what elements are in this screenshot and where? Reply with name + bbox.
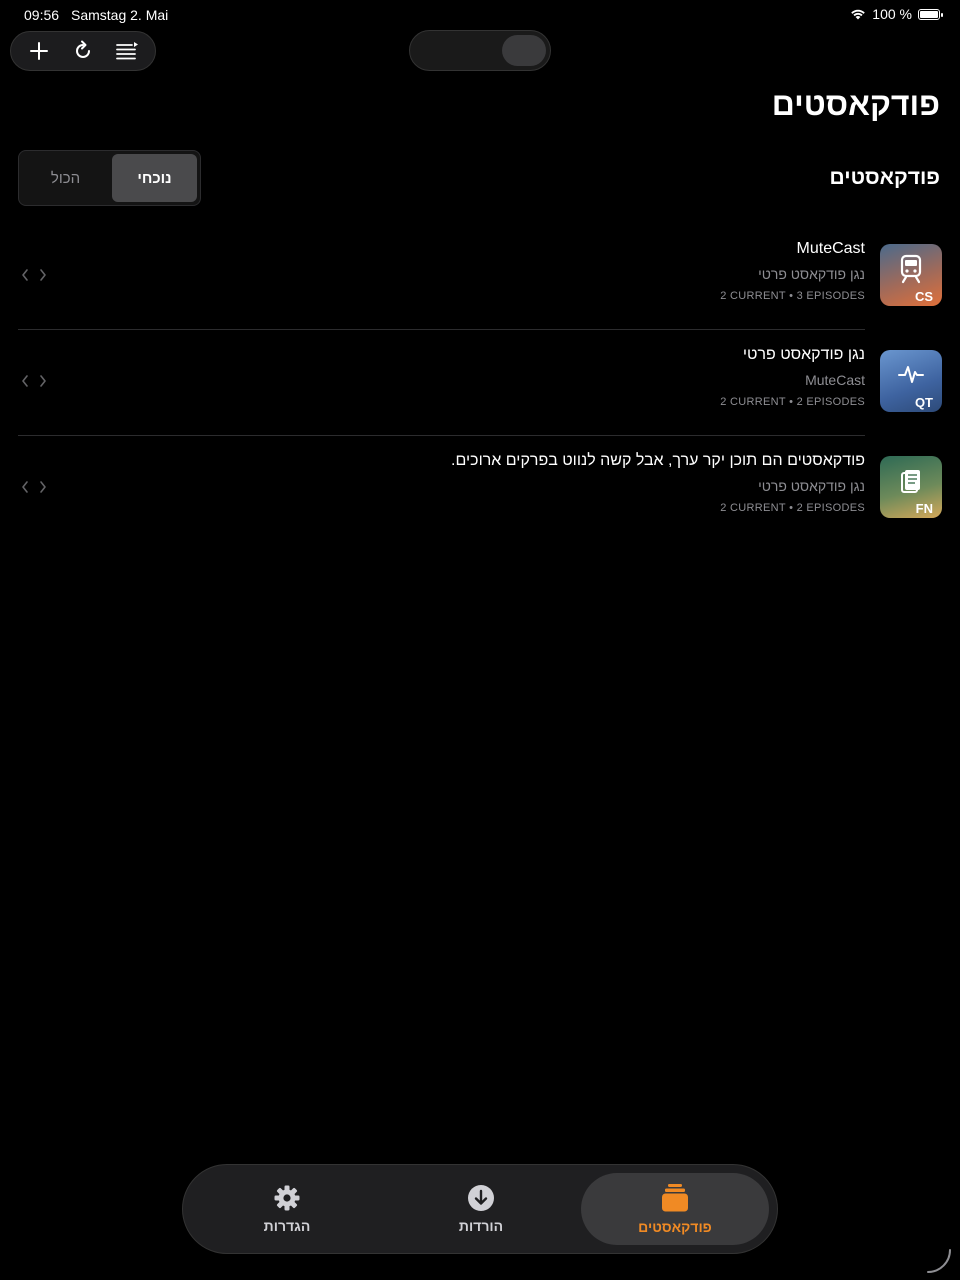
chevron-right-icon <box>40 481 46 493</box>
battery-percent: 100 % <box>872 6 912 22</box>
wifi-icon <box>851 9 866 20</box>
tab-downloads[interactable]: הורדות <box>387 1173 575 1245</box>
tab-podcasts-label: פודקאסטים <box>638 1219 712 1235</box>
chevron-right-icon <box>40 269 46 281</box>
chevron-left-icon <box>22 481 28 493</box>
tab-downloads-label: הורדות <box>458 1218 504 1234</box>
tab-settings[interactable]: הגדרות <box>193 1173 381 1245</box>
waveform-icon <box>898 366 924 383</box>
status-time: 09:56 <box>24 7 60 23</box>
podcast-meta: 2 CURRENT • 3 EPISODES <box>720 290 865 302</box>
chevron-left-icon <box>22 269 28 281</box>
section-title: פודקאסטים <box>829 166 940 189</box>
stack-icon <box>662 1184 688 1212</box>
download-icon <box>468 1185 494 1211</box>
refresh-icon <box>76 40 90 58</box>
artwork-label: QT <box>914 395 933 410</box>
battery-icon <box>918 8 943 20</box>
podcast-row[interactable]: FN פודקאסטים הם תוכן יקר ערך, אבל קשה לנ… <box>18 436 942 542</box>
row-chevrons <box>20 374 48 388</box>
artwork-label: CS <box>914 289 933 304</box>
podcast-subtitle: נגן פודקאסט פרטי <box>758 266 865 282</box>
tab-podcasts[interactable]: פודקאסטים <box>581 1173 769 1245</box>
podcast-subtitle: MuteCast <box>805 372 865 388</box>
status-indicators: 100 % <box>850 6 943 22</box>
podcast-title: MuteCast <box>796 240 865 257</box>
plus-icon <box>30 42 48 60</box>
podcast-title: נגן פודקאסט פרטי <box>742 346 865 363</box>
podcast-artwork: FN <box>880 456 942 518</box>
add-button[interactable] <box>21 33 57 69</box>
filter-segmented-control: הכול נוכחי <box>18 150 201 206</box>
podcast-row[interactable]: QT נגן פודקאסט פרטי MuteCast 2 CURRENT •… <box>18 330 942 436</box>
queue-button[interactable] <box>109 33 145 69</box>
segment-current[interactable]: נוכחי <box>112 154 197 202</box>
list-play-icon <box>116 42 138 60</box>
mode-toggle[interactable] <box>409 30 551 71</box>
row-chevrons <box>20 268 48 282</box>
tab-bar: הגדרות הורדות פודקאסטים <box>182 1164 778 1254</box>
podcast-subtitle: נגן פודקאסט פרטי <box>758 478 865 494</box>
chevron-right-icon <box>40 375 46 387</box>
status-date: Samstag 2. Mai <box>71 7 169 23</box>
podcast-artwork: QT <box>880 350 942 412</box>
artwork-label: FN <box>915 501 933 516</box>
podcast-meta: 2 CURRENT • 2 EPISODES <box>720 502 865 514</box>
page-title: פודקאסטים <box>771 86 940 122</box>
podcast-row[interactable]: CS MuteCast נגן פודקאסט פרטי 2 CURRENT •… <box>18 224 942 330</box>
corner-indicator-icon <box>927 1249 951 1273</box>
tab-settings-label: הגדרות <box>263 1218 311 1234</box>
refresh-button[interactable] <box>65 33 101 69</box>
train-icon <box>900 254 922 284</box>
toggle-knob <box>502 35 546 66</box>
chevron-left-icon <box>22 375 28 387</box>
podcast-title: פודקאסטים הם תוכן יקר ערך, אבל קשה לנווט… <box>451 452 865 469</box>
podcast-artwork: CS <box>880 244 942 306</box>
gear-icon <box>274 1185 300 1211</box>
podcast-meta: 2 CURRENT • 2 EPISODES <box>720 396 865 408</box>
notebook-icon <box>901 470 920 493</box>
row-chevrons <box>20 480 48 494</box>
segment-all[interactable]: הכול <box>23 154 108 202</box>
toolbar <box>10 31 156 71</box>
